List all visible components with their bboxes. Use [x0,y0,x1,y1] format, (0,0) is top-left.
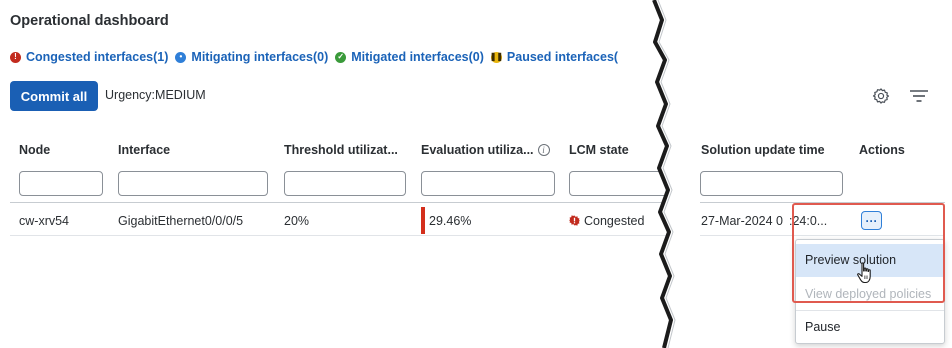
column-header-solution-update-time[interactable]: Solution update time [701,143,825,157]
column-header-evaluation-label: Evaluation utiliza... [421,143,534,157]
cell-solution-update-time-tail: :24:0... [789,214,828,228]
pause-icon: ❚❚ [489,51,504,63]
torn-edge [652,0,700,348]
mitigating-icon: • [175,51,187,63]
row-divider [10,235,945,236]
status-paused-label: Paused interfaces( [506,50,619,64]
alert-icon: ! [10,51,21,63]
solution-update-time-filter-input[interactable] [700,171,843,196]
congested-icon [569,215,580,226]
column-header-interface[interactable]: Interface [118,143,170,157]
actions-menu: Preview solution View deployed policies … [795,239,945,344]
filter-icon[interactable] [909,88,929,104]
info-icon[interactable]: i [537,144,550,156]
utilization-indicator [421,207,425,234]
status-mitigated[interactable]: ✓ Mitigated interfaces(0) [335,50,484,64]
interface-filter-input[interactable] [118,171,268,196]
status-paused[interactable]: ❚❚ Paused interfaces( [489,50,619,64]
column-header-threshold[interactable]: Threshold utilizat... [284,143,398,157]
cell-evaluation: 29.46% [429,214,472,228]
cell-threshold: 20% [284,214,310,228]
column-header-node[interactable]: Node [19,143,50,157]
urgency-indicator: Urgency:MEDIUM [105,88,206,102]
status-bar: ! Congested interfaces(1) • Mitigating i… [10,49,625,65]
urgency-value: MEDIUM [155,88,206,102]
cell-lcm-state-label: Congested [584,214,645,228]
urgency-label: Urgency: [105,88,156,102]
status-mitigating-label: Mitigating interfaces(0) [191,50,329,64]
hand-cursor-icon [857,262,871,284]
check-icon: ✓ [335,51,347,63]
row-actions-button[interactable]: ··· [861,211,882,230]
page-title: Operational dashboard [10,13,169,29]
threshold-filter-input[interactable] [284,171,406,196]
status-congested[interactable]: ! Congested interfaces(1) [10,50,168,64]
node-filter-input[interactable] [19,171,103,196]
column-header-lcm-state[interactable]: LCM state [569,143,629,157]
commit-all-button[interactable]: Commit all [10,81,98,111]
status-mitigating[interactable]: • Mitigating interfaces(0) [175,50,328,64]
evaluation-filter-input[interactable] [421,171,555,196]
cell-solution-update-time: 27-Mar-2024 0 [701,214,783,228]
column-header-actions: Actions [859,143,905,157]
menu-item-pause[interactable]: Pause [796,310,944,343]
header-divider [10,202,945,203]
gear-icon[interactable] [872,87,890,105]
cell-lcm-state: Congested [569,214,644,228]
status-congested-label: Congested interfaces(1) [26,50,169,64]
column-header-evaluation[interactable]: Evaluation utiliza... i [421,143,550,157]
status-mitigated-label: Mitigated interfaces(0) [351,50,484,64]
cell-interface: GigabitEthernet0/0/0/5 [118,214,244,228]
cell-node: cw-xrv54 [19,214,70,228]
